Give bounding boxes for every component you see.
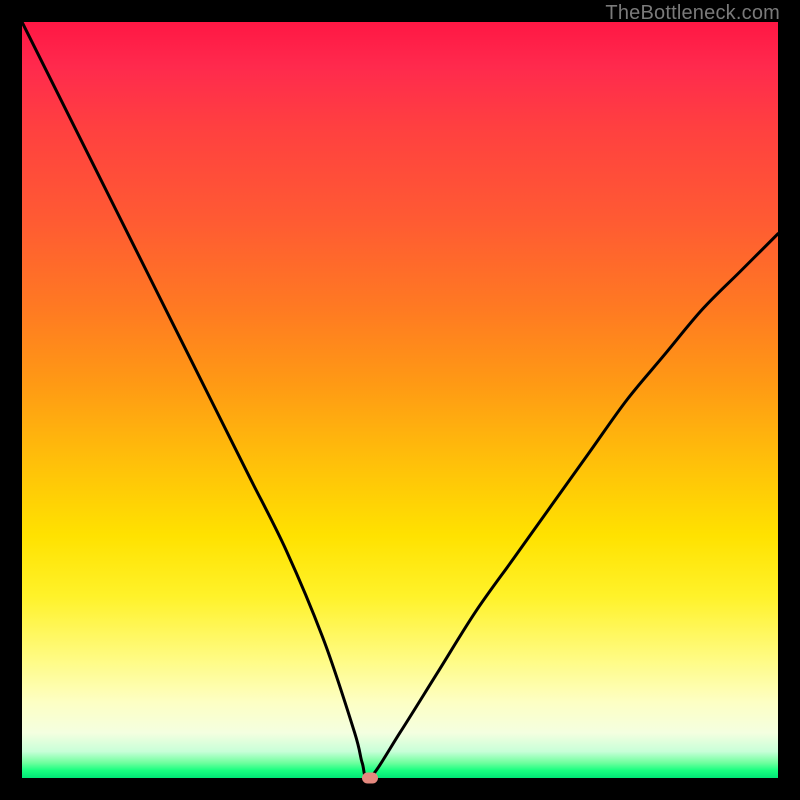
optimal-point-marker [362, 773, 378, 784]
chart-frame: TheBottleneck.com [0, 0, 800, 800]
curve-path [22, 22, 778, 778]
watermark-text: TheBottleneck.com [605, 2, 780, 25]
plot-area [22, 22, 778, 778]
bottleneck-curve [22, 22, 778, 778]
